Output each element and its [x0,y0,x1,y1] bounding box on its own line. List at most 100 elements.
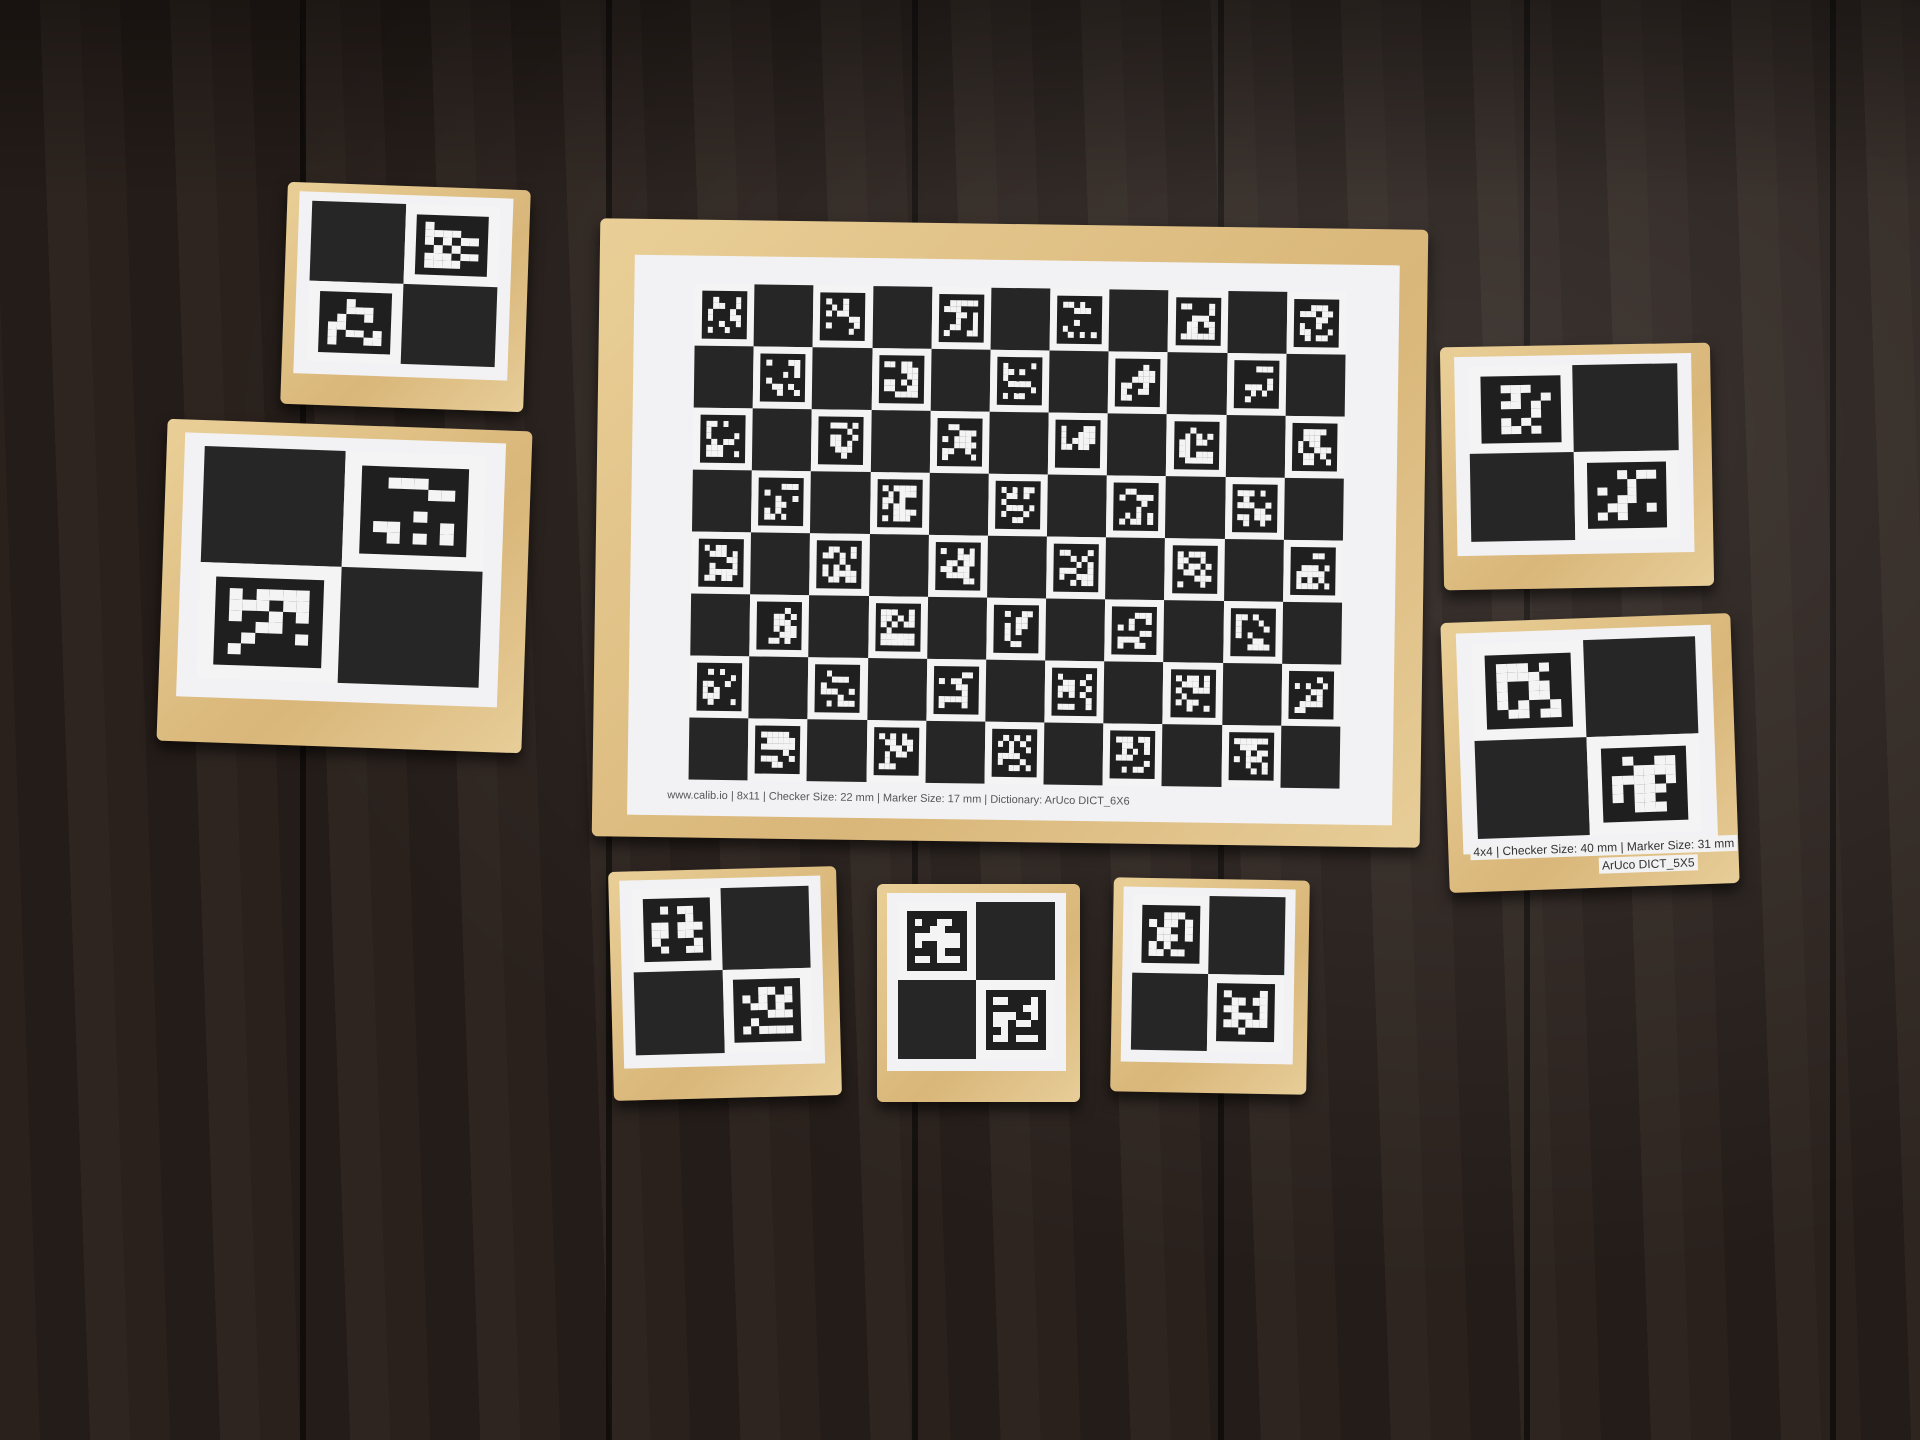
checker-grid-2x2 [897,901,1056,1059]
black-square [691,469,753,533]
board-paper [1120,886,1296,1065]
aruco-marker [935,542,981,591]
small-board-4: 4x4 | Checker Size: 40 mm | Marker Size:… [1440,613,1740,893]
marker-square [1132,894,1210,974]
small-board-6 [877,884,1080,1102]
marker-square [812,285,873,349]
aruco-marker [756,601,803,650]
marker-square [1282,539,1343,603]
black-square [1045,598,1106,662]
aruco-marker [754,725,801,774]
black-square [1047,474,1108,538]
marker-square [807,657,868,721]
black-square [988,411,1049,475]
marker-square [692,407,753,471]
marker-square [1574,450,1681,541]
marker-square [689,655,750,719]
aruco-marker [995,481,1041,529]
black-square [1048,350,1109,414]
black-square [720,885,811,971]
marker-square [811,409,872,473]
black-square [1583,636,1699,738]
aruco-marker [1113,482,1160,531]
aruco-marker [873,727,919,776]
marker-square [1049,288,1110,352]
black-square [897,980,977,1059]
aruco-marker [700,415,746,463]
aruco-marker [907,911,967,971]
aruco-marker [1216,982,1275,1043]
small-board-5 [608,866,842,1101]
black-square [1167,352,1228,416]
black-square [400,283,498,368]
aruco-marker [1480,375,1562,444]
marker-square [1206,973,1285,1052]
aruco-marker [1291,423,1338,472]
marker-square [1467,364,1575,455]
aruco-marker [818,416,865,465]
marker-square [1224,477,1285,540]
marker-square [1047,412,1108,476]
black-square [870,410,931,473]
marker-square [1286,291,1347,355]
aruco-marker [938,294,985,343]
marker-square [866,720,927,783]
black-square [309,200,407,284]
checker-grid-2x2 [196,446,487,689]
aruco-marker [1111,606,1158,655]
small-board-7 [1110,877,1310,1095]
marker-square [1102,723,1163,787]
aruco-marker [1109,730,1156,779]
aruco-marker [993,605,1039,653]
marker-square [1281,663,1342,727]
aruco-marker [1228,732,1274,781]
black-square [976,901,1056,981]
black-square [928,472,989,536]
aruco-marker [318,290,392,355]
aruco-marker [1233,360,1280,409]
aruco-marker [760,353,806,402]
marker-square [1162,662,1223,725]
black-square [1225,415,1286,478]
black-square [1163,600,1224,663]
aruco-marker [1600,745,1689,823]
marker-square [631,887,723,973]
black-square [1161,724,1222,787]
marker-square [897,901,977,981]
aruco-marker [701,291,748,339]
main-board-paper: www.calib.io | 8x11 | Checker Size: 22 m… [627,254,1400,826]
black-square [752,408,813,472]
aruco-marker [933,666,979,715]
aruco-marker [1115,358,1161,407]
black-square [1131,972,1209,1051]
aruco-marker [1056,296,1103,344]
aruco-marker [733,978,802,1043]
aruco-marker [1290,547,1336,596]
black-square [810,471,871,535]
main-board-caption: www.calib.io | 8x11 | Checker Size: 22 m… [667,789,1130,808]
small-board-1 [280,181,531,413]
aruco-marker [1173,421,1220,470]
checker-grid-2x2 [306,200,501,368]
marker-square [196,562,342,684]
marker-square [929,410,990,474]
board-paper [293,191,514,381]
board-paper [1453,352,1695,557]
black-square [868,534,929,597]
aruco-marker [358,465,470,558]
aruco-marker [878,355,925,404]
black-square [690,593,751,657]
black-square [337,567,483,689]
marker-square [751,470,812,534]
marker-square [722,967,813,1053]
black-square [693,345,754,409]
aruco-marker [1230,608,1276,657]
marker-square [809,533,870,597]
aruco-marker [876,479,923,528]
aruco-marker [415,213,489,278]
marker-square [1046,536,1107,600]
black-square [748,656,809,720]
marker-square [341,451,487,573]
black-square [1280,725,1341,789]
aruco-marker [936,418,983,467]
